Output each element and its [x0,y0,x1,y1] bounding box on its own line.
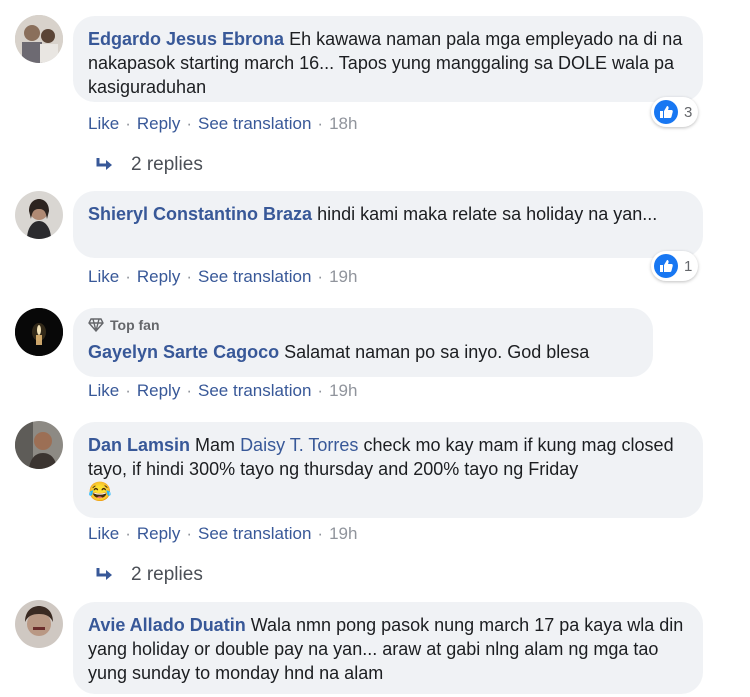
see-translation-link[interactable]: See translation [198,267,311,286]
avatar[interactable] [15,191,63,239]
replies-count-label: 2 replies [131,154,203,175]
timestamp[interactable]: 19h [329,381,357,400]
comment-author[interactable]: Shieryl Constantino Braza [88,204,312,224]
comment-bubble: Edgardo Jesus Ebrona Eh kawawa naman pal… [73,16,703,102]
comment-text: Salamat naman po sa inyo. God blesa [284,342,590,362]
comment-author[interactable]: Dan Lamsin [88,435,190,455]
laughing-emoji-icon: 😂 [88,482,112,503]
like-link[interactable]: Like [88,267,119,286]
diamond-icon [88,318,104,332]
comment-text-before: Mam [195,435,236,455]
timestamp[interactable]: 18h [329,114,357,133]
see-translation-link[interactable]: See translation [198,114,311,133]
see-translation-link[interactable]: See translation [198,381,311,400]
comment-bubble: Shieryl Constantino Braza hindi kami mak… [73,191,703,258]
top-fan-badge: Top fan [88,316,639,334]
replies-count-label: 2 replies [131,564,203,585]
avatar[interactable] [15,15,63,63]
comment-author[interactable]: Gayelyn Sarte Cagoco [88,342,279,362]
like-link[interactable]: Like [88,114,119,133]
timestamp[interactable]: 19h [329,524,357,543]
comment-actions: Like · Reply · See translation · 19h [88,381,358,400]
comment-bubble: Top fan Gayelyn Sarte Cagoco Salamat nam… [73,308,653,377]
reply-link[interactable]: Reply [137,114,180,133]
mention-link[interactable]: Daisy T. Torres [240,435,358,455]
reaction-count[interactable]: 1 [651,251,699,281]
reply-link[interactable]: Reply [137,267,180,286]
reaction-number: 1 [684,257,693,275]
view-replies-link[interactable]: 2 replies [95,154,203,176]
comment-bubble: Avie Allado Duatin Wala nmn pong pasok n… [73,602,703,694]
comment-bubble: Dan Lamsin Mam Daisy T. Torres check mo … [73,422,703,518]
avatar[interactable] [15,421,63,469]
like-reaction-icon [654,100,678,124]
view-replies-link[interactable]: 2 replies [95,564,203,586]
comment-text: hindi kami maka relate sa holiday na yan… [317,204,658,224]
reply-arrow-icon [96,568,112,580]
comment-actions: Like · Reply · See translation · 19h [88,524,358,543]
reaction-count[interactable]: 3 [651,97,699,127]
avatar[interactable] [15,308,63,356]
like-link[interactable]: Like [88,524,119,543]
like-reaction-icon [654,254,678,278]
reply-link[interactable]: Reply [137,524,180,543]
comment-actions: Like · Reply · See translation · 19h [88,267,358,286]
comment-author[interactable]: Avie Allado Duatin [88,615,246,635]
comment-actions: Like · Reply · See translation · 18h [88,114,358,133]
reply-link[interactable]: Reply [137,381,180,400]
see-translation-link[interactable]: See translation [198,524,311,543]
timestamp[interactable]: 19h [329,267,357,286]
comment-author[interactable]: Edgardo Jesus Ebrona [88,29,284,49]
badge-label: Top fan [110,317,160,333]
avatar[interactable] [15,600,63,648]
reaction-number: 3 [684,103,693,121]
reply-arrow-icon [96,158,112,170]
like-link[interactable]: Like [88,381,119,400]
